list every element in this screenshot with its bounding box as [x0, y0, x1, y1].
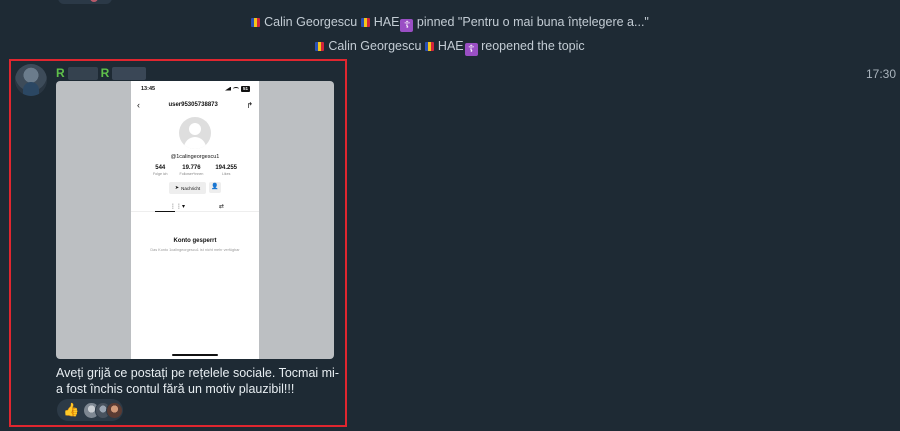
- stat-value: 544: [155, 165, 166, 171]
- reaction-avatar: [90, 0, 98, 2]
- message-photo[interactable]: 13:45 51 ‹ user95305738873 ↱ @1calingeor…: [56, 81, 334, 359]
- battery-icon: 51: [240, 85, 250, 92]
- service-action[interactable]: pinned "Pentru o mai buna înțelegere a..…: [413, 15, 649, 29]
- account-locked-title: Konto gesperrt: [173, 238, 217, 244]
- orthodox-cross-icon: ☦: [464, 43, 478, 56]
- service-actor[interactable]: Calin Georgescu: [264, 15, 357, 29]
- back-arrow-icon: ‹: [137, 100, 140, 110]
- profile-username: user95305738873: [168, 102, 218, 108]
- stat-label: Folge ich: [152, 172, 168, 176]
- reposts-tab-icon: ⇄: [218, 203, 224, 210]
- redacted-name-part: [67, 66, 98, 80]
- stat-value: 194.255: [215, 165, 238, 171]
- orthodox-cross-icon: ☦: [400, 19, 414, 32]
- service-action: reopened the topic: [477, 39, 585, 53]
- profile-avatar-placeholder: [179, 117, 211, 149]
- avatar-figure: [23, 82, 39, 96]
- phone-status-bar: 13:45 51: [131, 81, 259, 92]
- stat-value: 19.776: [182, 165, 201, 171]
- service-actor-suffix: HAE: [437, 39, 464, 53]
- previous-message-reactions[interactable]: [58, 0, 112, 4]
- service-message-reopened: Calin Georgescu HAE ☦ reopened the topic: [0, 39, 900, 56]
- sender-avatar[interactable]: [15, 64, 47, 96]
- sender-name[interactable]: R R: [56, 66, 147, 80]
- tab-underline: [131, 211, 259, 212]
- service-actor[interactable]: Calin Georgescu: [328, 39, 421, 53]
- romania-flag-icon: [360, 18, 370, 27]
- romania-flag-icon: [315, 42, 325, 51]
- message-time: 17:30: [865, 67, 896, 81]
- active-tab-indicator: [155, 211, 175, 212]
- profile-tabs: ⋮⋮▾ ⇄: [131, 201, 259, 211]
- reactor-avatar: [106, 401, 124, 419]
- add-friend-icon: 👤: [209, 182, 222, 193]
- stat-followers: 19.776 Follower*innen: [180, 165, 204, 176]
- thumbs-up-icon: 👍: [63, 402, 80, 417]
- send-icon: ➤: [174, 185, 180, 191]
- stat-likes: 194.255 Likes: [215, 165, 237, 176]
- grid-tab-icon: ⋮⋮▾: [169, 203, 185, 210]
- account-locked-subtitle: Das Konto 1calingeorgescu1 ist nicht meh…: [150, 248, 240, 252]
- wifi-icon: [232, 86, 239, 91]
- signal-icon: [224, 86, 231, 91]
- profile-nav-bar: ‹ user95305738873 ↱: [131, 92, 259, 112]
- sender-name-initial: R: [100, 66, 110, 80]
- profile-actions: ➤ Nachricht 👤: [131, 182, 259, 194]
- stat-label: Likes: [221, 172, 231, 176]
- message-button: ➤ Nachricht: [168, 182, 207, 194]
- reaction-bar[interactable]: 👍: [57, 399, 124, 421]
- share-icon: ↱: [246, 100, 253, 110]
- profile-stats: 544 Folge ich 19.776 Follower*innen 194.…: [131, 165, 259, 176]
- service-actor-suffix: HAE: [373, 15, 400, 29]
- tiktok-profile-screenshot: 13:45 51 ‹ user95305738873 ↱ @1calingeor…: [131, 81, 259, 359]
- message-button-label: Nachricht: [181, 185, 201, 191]
- message-caption: Aveți grijă ce postați pe rețelele socia…: [56, 366, 340, 396]
- service-message-pinned: Calin Georgescu HAE ☦ pinned "Pentru o ma…: [0, 15, 900, 32]
- phone-clock: 13:45: [141, 85, 156, 92]
- stat-following: 544 Folge ich: [153, 165, 168, 176]
- stat-label: Follower*innen: [179, 172, 204, 176]
- sender-name-initial: R: [56, 66, 65, 80]
- profile-handle: @1calingeorgescu1: [170, 154, 220, 160]
- redacted-name-part: [112, 66, 147, 80]
- romania-flag-icon: [251, 18, 261, 27]
- romania-flag-icon: [424, 42, 434, 51]
- home-indicator: [172, 354, 218, 356]
